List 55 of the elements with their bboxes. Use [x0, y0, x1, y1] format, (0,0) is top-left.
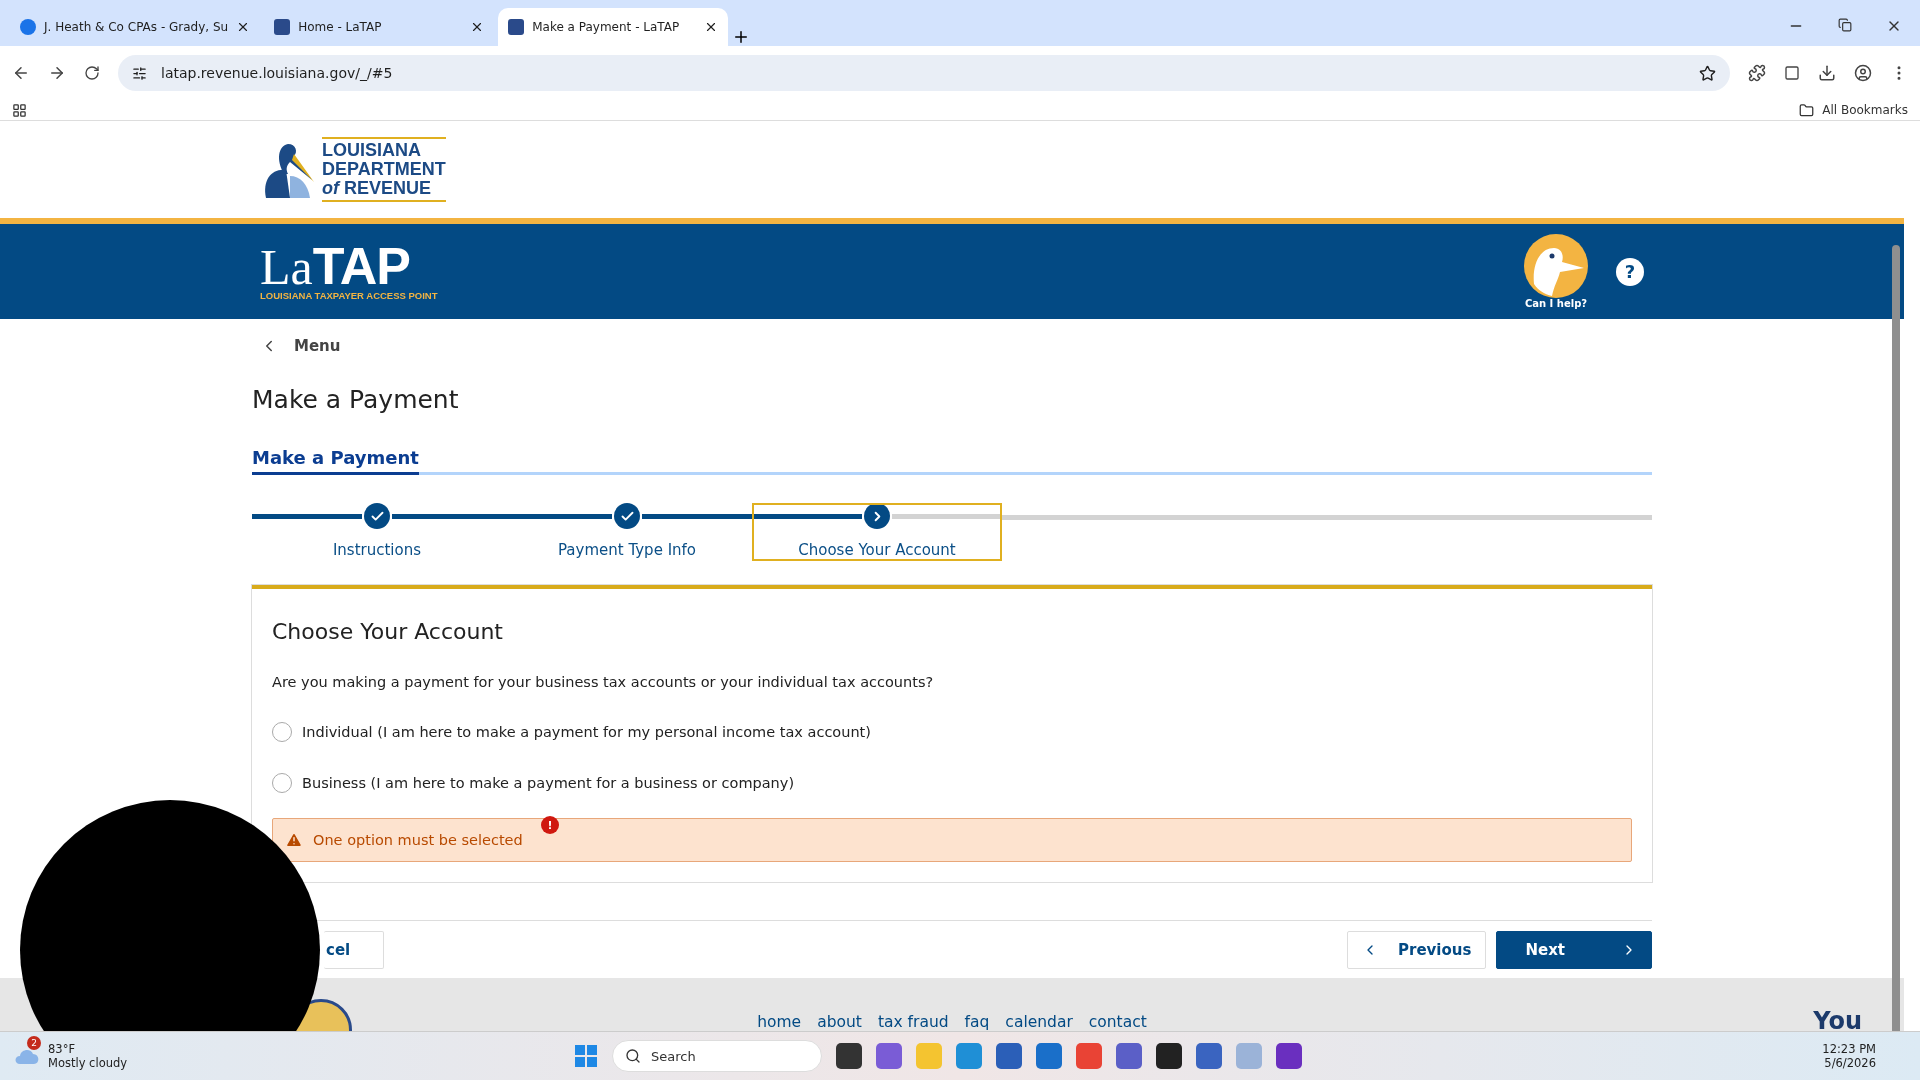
footer-link[interactable]: faq	[964, 1013, 990, 1031]
reload-icon[interactable]	[84, 65, 100, 81]
logo-text: LOUISIANA	[322, 141, 422, 161]
logo-tagline: LOUISIANA TAXPAYER ACCESS POINT	[260, 289, 438, 301]
error-text: One option must be selected	[313, 832, 523, 849]
footer-slogan: You	[1813, 1007, 1862, 1031]
apps-icon[interactable]	[12, 102, 27, 118]
site-settings-icon[interactable]	[132, 65, 147, 81]
error-badge: !	[541, 816, 559, 835]
wizard-step[interactable]: Choose Your Account	[752, 503, 1002, 562]
browser-tab[interactable]: J. Heath & Co CPAs - Grady, Su	[10, 8, 261, 46]
taskbar-search[interactable]: Search	[612, 1040, 822, 1072]
weather-text: Mostly cloudy	[48, 1056, 128, 1070]
scrollbar[interactable]	[1892, 245, 1900, 1031]
footer-link[interactable]: tax fraud	[877, 1013, 949, 1031]
radio-option[interactable]: Individual (I am here to make a payment for my personal income tax account)	[272, 722, 1632, 743]
next-button[interactable]: Next	[1496, 931, 1652, 970]
cancel-button[interactable]: cel	[324, 931, 384, 970]
help-button[interactable]: ?	[1616, 257, 1644, 286]
forward-icon[interactable]	[48, 64, 66, 82]
bookmarks-folder[interactable]: All Bookmarks	[1822, 103, 1908, 117]
footer-link[interactable]: calendar	[1005, 1013, 1073, 1031]
back-icon[interactable]	[12, 64, 30, 82]
wizard-step[interactable]: Payment Type Info	[502, 503, 752, 562]
download-icon[interactable]	[1818, 64, 1836, 82]
bookmark-star-icon[interactable]	[1699, 64, 1716, 82]
wizard-step[interactable]: Instructions	[252, 503, 502, 562]
section-tab[interactable]: Make a Payment	[252, 447, 419, 476]
browser-tab[interactable]: Make a Payment - LaTAP	[498, 8, 729, 46]
restore-icon[interactable]	[1838, 18, 1852, 32]
taskbar-clock[interactable]: 12:23 PM 5/6/2026	[1822, 1042, 1876, 1070]
profile-icon[interactable]	[1854, 64, 1872, 82]
address-bar[interactable]: latap.revenue.louisiana.gov/_/#5	[118, 55, 1730, 91]
footer-link[interactable]: contact	[1088, 1013, 1147, 1031]
logo-text: TAP	[312, 242, 410, 289]
help-caption: Can I help?	[1524, 298, 1588, 310]
footer-link[interactable]: home	[757, 1013, 802, 1031]
url-text: latap.revenue.louisiana.gov/_/#5	[161, 65, 393, 81]
temperature-text: 83°F	[48, 1042, 76, 1056]
page-title: Make a Payment	[252, 385, 460, 415]
question-text: Are you making a payment for your business tax accounts or your individual tax accounts?	[272, 674, 935, 691]
extensions-icon[interactable]	[1748, 64, 1766, 82]
pelican-mascot-icon[interactable]	[1524, 234, 1588, 299]
browser-tab[interactable]: Home - LaTAP	[264, 8, 495, 46]
footer-link[interactable]: about	[817, 1013, 862, 1031]
logo-text: DEPARTMENT	[322, 160, 446, 180]
logo-text: La	[260, 243, 313, 290]
notification-badge: 2	[27, 1036, 41, 1050]
previous-button[interactable]: Previous	[1347, 931, 1487, 970]
start-icon[interactable]	[574, 1044, 598, 1068]
search-icon	[625, 1048, 641, 1064]
logo-text: of REVENUE	[322, 179, 433, 199]
radio-option[interactable]: Business (I am here to make a payment for a business or company)	[272, 773, 1632, 794]
menu-link[interactable]: Menu	[260, 337, 1652, 356]
card-title: Choose Your Account	[272, 619, 504, 645]
